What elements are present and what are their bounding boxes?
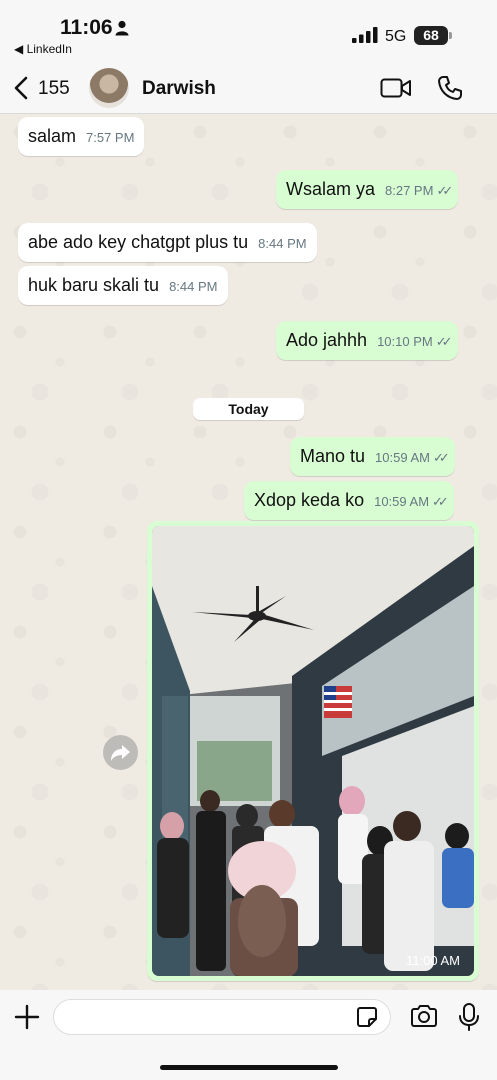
status-time: 11:06 [60,16,113,39]
message-time: 8:44 PM [169,279,218,294]
message-input[interactable] [53,999,391,1035]
signal-icon [352,27,378,43]
double-check-icon: ✓✓ [435,334,453,349]
message-text: huk baru skali tu [28,275,160,295]
chevron-left-icon[interactable] [12,76,30,100]
battery-icon: 68 [414,26,452,45]
chat-header: 155 Darwish [0,62,497,114]
video-call-icon[interactable] [380,77,412,99]
unread-count[interactable]: 155 [38,78,70,100]
message-bubble[interactable]: Mano tu 10:59 AM ✓✓ [290,437,455,476]
home-indicator [160,1065,338,1070]
camera-icon[interactable] [410,1004,438,1028]
forward-button[interactable] [103,735,138,770]
image-message[interactable]: 11:00 AM [147,521,479,981]
message-text: Ado jahhh [286,330,368,350]
sticker-icon[interactable] [356,1006,378,1028]
message-text: Wsalam ya [286,179,376,199]
person-icon [115,20,129,36]
contact-name[interactable]: Darwish [142,78,216,100]
message-bubble[interactable]: abe ado key chatgpt plus tu 8:44 PM [18,223,317,262]
message-text: Mano tu [300,446,366,466]
message-time: 8:27 PM [385,183,434,198]
message-bubble[interactable]: Ado jahhh 10:10 PM ✓✓ [276,321,458,360]
message-time: 10:59 AM [374,494,430,509]
status-bar: 11:06 ◀ LinkedIn 5G 68 [0,0,497,62]
double-check-icon: ✓✓ [432,494,449,509]
message-time: 7:57 PM [86,130,135,145]
message-bubble[interactable]: Wsalam ya 8:27 PM ✓✓ [276,170,459,209]
message-bubble[interactable]: Xdop keda ko 10:59 AM ✓✓ [244,481,454,520]
avatar[interactable] [89,68,129,108]
photo-illustration [152,526,474,976]
microphone-icon[interactable] [458,1002,480,1032]
message-time: 11:00 AM [406,953,460,968]
phone-icon[interactable] [437,75,463,101]
message-input-bar [0,990,497,1080]
photo[interactable]: 11:00 AM [152,526,474,976]
forward-icon [111,745,130,761]
message-time: 10:59 AM [375,450,430,465]
back-to-app-link[interactable]: ◀ LinkedIn [14,42,72,56]
message-text: Xdop keda ko [254,490,365,510]
double-check-icon: ✓✓ [436,183,453,198]
message-time: 8:44 PM [258,236,307,251]
message-bubble[interactable]: huk baru skali tu 8:44 PM [18,266,228,305]
plus-icon[interactable] [14,1004,40,1030]
message-text: abe ado key chatgpt plus tu [28,232,249,252]
network-type: 5G [385,28,407,45]
double-check-icon: ✓✓ [432,450,450,465]
message-time: 10:10 PM [377,334,433,349]
day-separator: Today [193,398,304,420]
message-bubble[interactable]: salam 7:57 PM [18,117,145,156]
message-text: salam [28,126,77,146]
